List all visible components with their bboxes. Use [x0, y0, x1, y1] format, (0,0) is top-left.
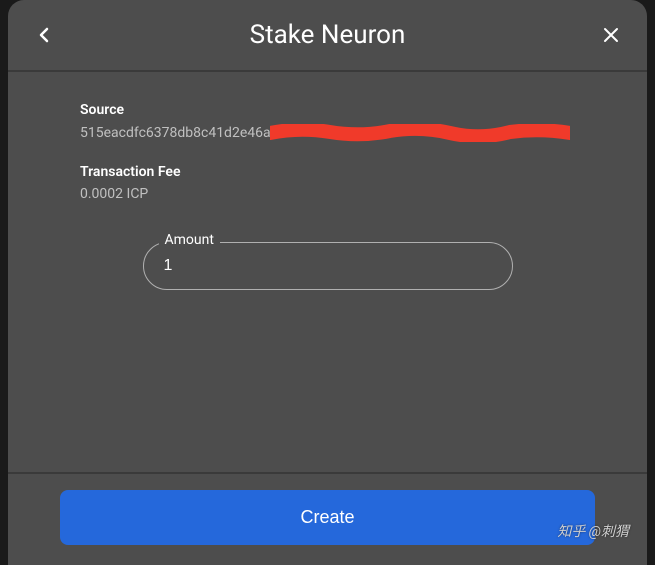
amount-section: Amount — [80, 242, 575, 290]
watermark: 知乎 @刺猬 — [557, 521, 629, 541]
stake-neuron-modal: Stake Neuron Source 515eacdfc6378db8c41d… — [8, 0, 647, 565]
chevron-left-icon — [39, 27, 49, 43]
amount-input[interactable] — [143, 242, 513, 290]
modal-header: Stake Neuron — [8, 0, 647, 72]
close-icon — [603, 27, 619, 43]
close-button[interactable] — [599, 23, 623, 47]
modal-footer: Create 知乎 @刺猬 — [8, 472, 647, 565]
fee-label: Transaction Fee — [80, 164, 575, 180]
page-title: Stake Neuron — [56, 20, 599, 50]
source-value: 515eacdfc6378db8c41d2e46a8 — [80, 125, 278, 141]
create-button[interactable]: Create — [60, 490, 595, 545]
back-button[interactable] — [32, 23, 56, 47]
redaction-mark — [270, 124, 570, 142]
amount-label: Amount — [159, 232, 220, 248]
source-row: 515eacdfc6378db8c41d2e46a8 — [80, 124, 575, 142]
modal-content: Source 515eacdfc6378db8c41d2e46a8 Transa… — [8, 72, 647, 472]
source-label: Source — [80, 102, 575, 118]
fee-value: 0.0002 ICP — [80, 186, 575, 202]
amount-wrapper: Amount — [143, 242, 513, 290]
